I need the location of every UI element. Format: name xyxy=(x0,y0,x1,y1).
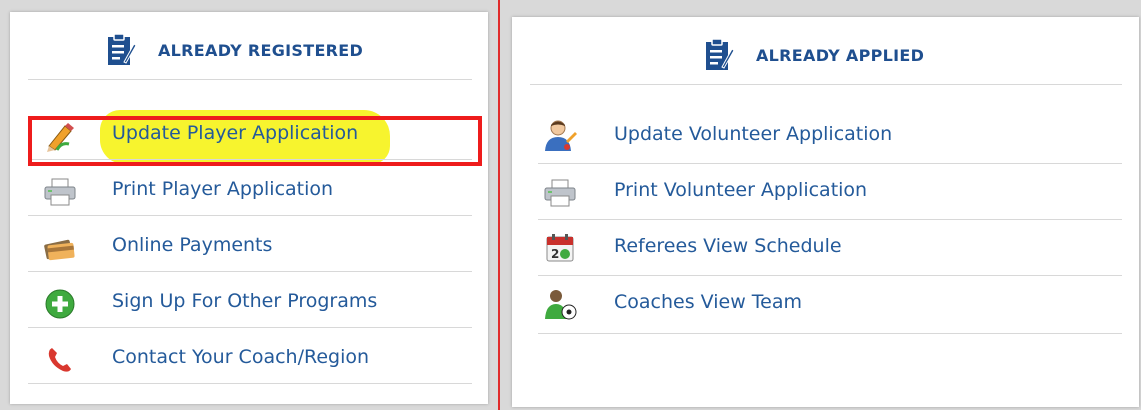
print-player-application-link[interactable]: Print Player Application xyxy=(10,166,488,216)
item-divider xyxy=(538,333,1122,334)
item-divider xyxy=(28,327,472,328)
phone-icon xyxy=(42,342,78,378)
volunteer-user-icon xyxy=(542,117,578,153)
annotation-red-box xyxy=(28,116,482,166)
update-volunteer-application-label: Update Volunteer Application xyxy=(614,123,893,145)
update-volunteer-application-link[interactable]: Update Volunteer Application xyxy=(512,111,1139,161)
print-player-application-label: Print Player Application xyxy=(112,178,334,200)
print-volunteer-application-label: Print Volunteer Application xyxy=(614,179,868,201)
already-registered-panel: ALREADY REGISTERED Update Player Applica… xyxy=(10,12,488,404)
coaches-view-team-link[interactable]: Coaches View Team xyxy=(512,279,1139,329)
item-divider xyxy=(28,383,472,384)
svg-text:2: 2 xyxy=(551,247,559,261)
printer-icon xyxy=(42,174,78,210)
already-registered-title: ALREADY REGISTERED xyxy=(158,40,364,60)
item-divider xyxy=(538,163,1122,164)
printer-icon xyxy=(542,175,578,211)
contact-coach-region-label: Contact Your Coach/Region xyxy=(112,346,370,368)
contact-coach-region-link[interactable]: Contact Your Coach/Region xyxy=(10,334,488,384)
sign-up-other-programs-label: Sign Up For Other Programs xyxy=(112,290,378,312)
already-applied-header: ALREADY APPLIED xyxy=(704,37,924,73)
panel-divider xyxy=(498,0,500,410)
already-applied-panel: ALREADY APPLIED Update Volunteer Applica… xyxy=(512,17,1139,407)
online-payments-label: Online Payments xyxy=(112,234,273,256)
credit-card-icon xyxy=(42,230,78,266)
coach-soccer-icon xyxy=(542,286,578,322)
item-divider xyxy=(538,275,1122,276)
referees-view-schedule-link[interactable]: 2 Referees View Schedule xyxy=(512,223,1139,273)
header-divider xyxy=(28,79,472,80)
header-divider xyxy=(530,84,1122,85)
already-registered-header: ALREADY REGISTERED xyxy=(106,32,363,68)
item-divider xyxy=(28,215,472,216)
online-payments-link[interactable]: Online Payments xyxy=(10,222,488,272)
coaches-view-team-label: Coaches View Team xyxy=(614,291,802,313)
item-divider xyxy=(28,271,472,272)
print-volunteer-application-link[interactable]: Print Volunteer Application xyxy=(512,167,1139,217)
referees-view-schedule-label: Referees View Schedule xyxy=(614,235,842,257)
clipboard-icon xyxy=(706,38,734,70)
item-divider xyxy=(538,219,1122,220)
clipboard-icon xyxy=(108,33,136,65)
already-applied-title: ALREADY APPLIED xyxy=(756,45,925,65)
sign-up-other-programs-link[interactable]: Sign Up For Other Programs xyxy=(10,278,488,328)
plus-circle-icon xyxy=(42,286,78,322)
calendar-icon: 2 xyxy=(542,230,578,266)
